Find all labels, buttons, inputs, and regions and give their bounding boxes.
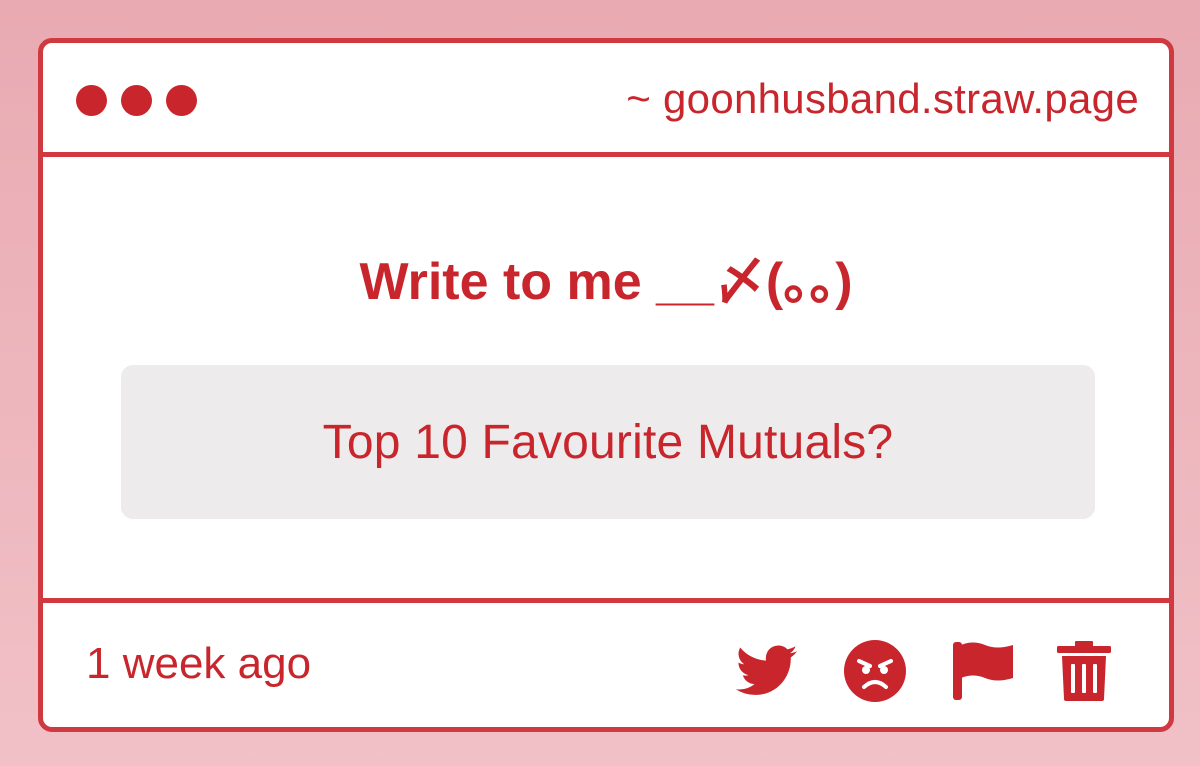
page-title: Write to me __〆(。。): [359, 253, 853, 311]
report-button[interactable]: [951, 640, 1015, 702]
question-box: Top 10 Favourite Mutuals?: [121, 365, 1095, 519]
twitter-icon: [735, 645, 798, 695]
share-twitter-button[interactable]: [735, 645, 799, 697]
question-text: Top 10 Favourite Mutuals?: [322, 415, 894, 469]
site-url: ~ goonhusband.straw.page: [626, 75, 1139, 122]
flag-icon: [953, 642, 1013, 700]
message-card: ~ goonhusband.straw.page Write to me __〆…: [38, 38, 1174, 732]
title-bar: ~ goonhusband.straw.page: [43, 43, 1169, 157]
window-dot-3: [166, 85, 197, 116]
action-bar: [735, 639, 1111, 703]
trash-icon: [1057, 641, 1111, 701]
card-footer: 1 week ago: [43, 598, 1169, 727]
angry-reaction-button[interactable]: [843, 639, 907, 703]
timestamp: 1 week ago: [86, 639, 312, 688]
window-controls: [76, 85, 197, 116]
window-dot-2: [121, 85, 152, 116]
window-dot-1: [76, 85, 107, 116]
delete-button[interactable]: [1057, 641, 1111, 701]
angry-face-icon: [844, 640, 906, 702]
message-content: Write to me __〆(。。) Top 10 Favourite Mut…: [43, 157, 1169, 600]
